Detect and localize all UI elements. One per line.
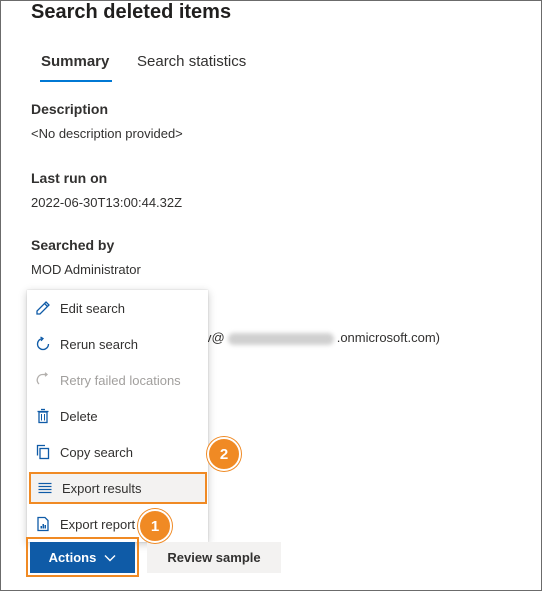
review-sample-label: Review sample	[167, 550, 261, 565]
menu-item-edit-search[interactable]: Edit search	[27, 290, 208, 326]
description-label: Description	[31, 101, 109, 117]
report-icon	[34, 515, 52, 533]
step-callout-2: 2	[207, 437, 241, 471]
tab-selected-indicator	[40, 80, 112, 82]
email-suffix: .onmicrosoft.com)	[336, 330, 441, 345]
pencil-icon	[34, 299, 52, 317]
review-sample-button[interactable]: Review sample	[147, 542, 281, 573]
menu-item-delete[interactable]: Delete	[27, 398, 208, 434]
retry-icon	[34, 371, 52, 389]
step-callout-1: 1	[138, 509, 172, 543]
chevron-down-icon	[104, 554, 116, 562]
menu-item-rerun-search[interactable]: Rerun search	[27, 326, 208, 362]
menu-item-label: Retry failed locations	[60, 372, 181, 388]
menu-item-copy-search[interactable]: Copy search	[27, 434, 208, 470]
last-run-value: 2022-06-30T13:00:44.32Z	[31, 195, 183, 210]
redacted-text	[227, 332, 334, 345]
tab-summary[interactable]: Summary	[41, 53, 109, 70]
last-run-label: Last run on	[31, 170, 108, 186]
actions-button-label: Actions	[48, 550, 97, 565]
refresh-icon	[34, 335, 52, 353]
actions-button[interactable]: Actions	[30, 542, 135, 573]
searched-by-label: Searched by	[31, 237, 115, 253]
menu-item-label: Export results	[62, 480, 142, 496]
searched-by-value: MOD Administrator	[31, 262, 141, 277]
menu-item-label: Delete	[60, 408, 98, 424]
menu-item-label: Copy search	[60, 444, 133, 460]
menu-item-retry-failed-locations[interactable]: Retry failed locations	[27, 362, 208, 398]
tab-search-statistics[interactable]: Search statistics	[137, 53, 246, 70]
trash-icon	[34, 407, 52, 425]
menu-item-export-results[interactable]: Export results	[29, 472, 207, 504]
actions-menu: Edit search Rerun search Retry failed lo…	[27, 290, 208, 542]
copy-icon	[34, 443, 52, 461]
menu-item-label: Edit search	[60, 300, 126, 316]
menu-item-label: Export report	[60, 516, 136, 532]
locations-email: v@ .onmicrosoft.com)	[205, 330, 440, 345]
list-icon	[36, 479, 54, 497]
description-value: <No description provided>	[31, 126, 183, 141]
page-title: Search deleted items	[31, 1, 232, 23]
menu-item-label: Rerun search	[60, 336, 139, 352]
